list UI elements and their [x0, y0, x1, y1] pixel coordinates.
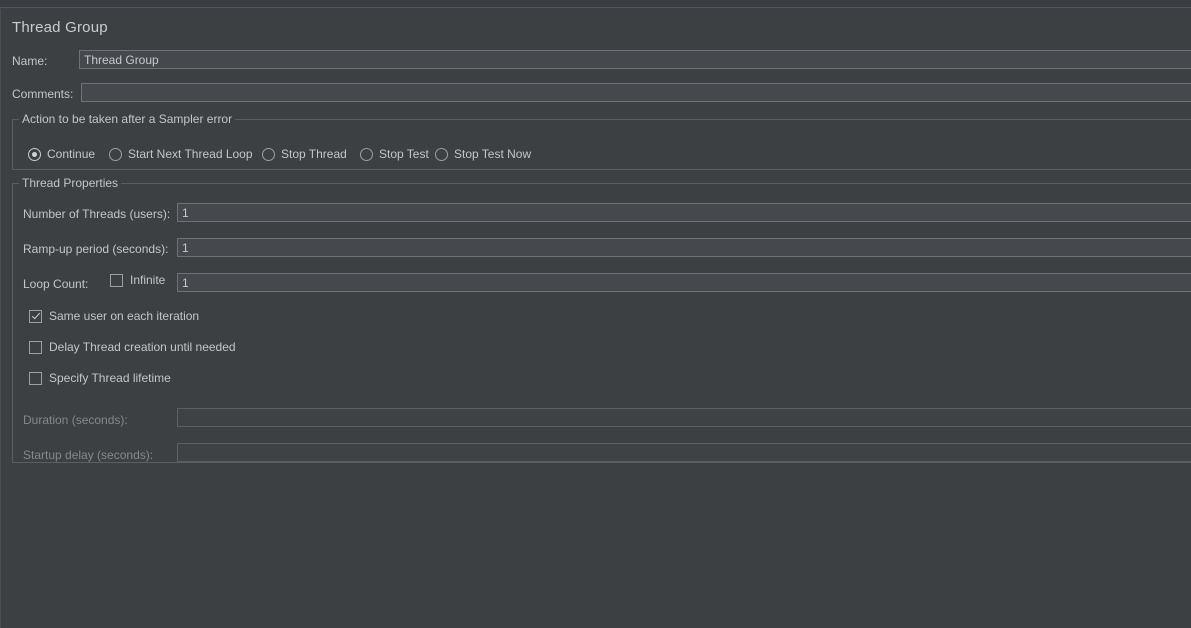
number-of-threads-label: Number of Threads (users):: [23, 207, 170, 221]
thread-properties-group-title: Thread Properties: [19, 177, 121, 189]
infinite-checkbox[interactable]: Infinite: [110, 273, 165, 287]
startup-delay-input[interactable]: [177, 443, 1191, 462]
radio-stop-thread-label: Stop Thread: [281, 147, 347, 161]
radio-continue-indicator: [28, 148, 41, 161]
name-input[interactable]: [79, 50, 1191, 69]
radio-start-next-thread-loop-indicator: [109, 148, 122, 161]
name-label: Name:: [12, 54, 47, 68]
delay-thread-creation-checkbox[interactable]: Delay Thread creation until needed: [29, 340, 236, 354]
ramp-up-period-label: Ramp-up period (seconds):: [23, 242, 168, 256]
radio-start-next-thread-loop-label: Start Next Thread Loop: [128, 147, 253, 161]
ramp-up-period-input[interactable]: [177, 238, 1191, 257]
radio-stop-test-label: Stop Test: [379, 147, 429, 161]
radio-stop-test-now[interactable]: Stop Test Now: [435, 147, 531, 161]
comments-input[interactable]: [81, 83, 1191, 102]
comments-label: Comments:: [12, 87, 73, 101]
window-top-strip: [0, 0, 1191, 8]
number-of-threads-input[interactable]: [177, 203, 1191, 222]
radio-stop-test-indicator: [360, 148, 373, 161]
sampler-error-group: [12, 119, 1191, 170]
specify-thread-lifetime-label: Specify Thread lifetime: [49, 371, 171, 385]
same-user-on-each-iteration-label: Same user on each iteration: [49, 309, 199, 323]
infinite-checkbox-indicator: [110, 274, 123, 287]
radio-continue-label: Continue: [47, 147, 95, 161]
radio-stop-test-now-indicator: [435, 148, 448, 161]
page-title: Thread Group: [12, 19, 108, 36]
same-user-on-each-iteration-checkbox[interactable]: Same user on each iteration: [29, 309, 199, 323]
same-user-on-each-iteration-indicator: [29, 310, 42, 323]
specify-thread-lifetime-indicator: [29, 372, 42, 385]
duration-label: Duration (seconds):: [23, 413, 128, 427]
sampler-error-group-title: Action to be taken after a Sampler error: [19, 113, 235, 125]
infinite-checkbox-label: Infinite: [130, 273, 165, 287]
radio-continue[interactable]: Continue: [28, 147, 95, 161]
radio-start-next-thread-loop[interactable]: Start Next Thread Loop: [109, 147, 253, 161]
radio-stop-thread-indicator: [262, 148, 275, 161]
radio-stop-thread[interactable]: Stop Thread: [262, 147, 347, 161]
delay-thread-creation-indicator: [29, 341, 42, 354]
startup-delay-label: Startup delay (seconds):: [23, 448, 153, 462]
specify-thread-lifetime-checkbox[interactable]: Specify Thread lifetime: [29, 371, 171, 385]
duration-input[interactable]: [177, 408, 1191, 427]
loop-count-label: Loop Count:: [23, 277, 88, 291]
radio-stop-test-now-label: Stop Test Now: [454, 147, 531, 161]
radio-stop-test[interactable]: Stop Test: [360, 147, 429, 161]
thread-group-editor-panel: Thread Group Name: Comments: Action to b…: [0, 9, 1191, 628]
delay-thread-creation-label: Delay Thread creation until needed: [49, 340, 236, 354]
loop-count-input[interactable]: [177, 273, 1191, 292]
